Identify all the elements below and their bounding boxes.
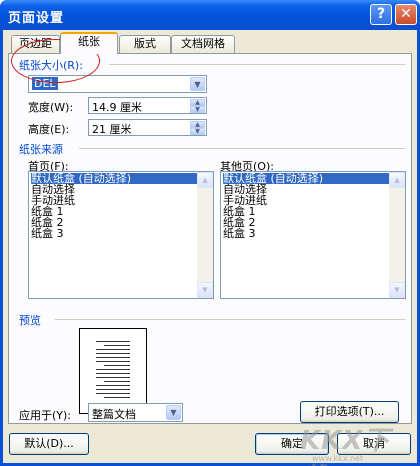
paper-source-label: 纸张来源	[19, 143, 63, 156]
apply-to-value: 整篇文档	[92, 408, 136, 421]
watermark-url: www.kkx.net	[312, 454, 364, 463]
list-item[interactable]: 纸盒 3	[31, 228, 64, 239]
preview-text-line	[96, 393, 130, 394]
list-item[interactable]: 纸盒 3	[223, 228, 256, 239]
help-button[interactable]: ?	[370, 4, 392, 25]
preview-text-line	[104, 365, 130, 366]
preview-label: 预览	[19, 314, 41, 327]
height-input[interactable]: 21 厘米 ▲ ▼	[88, 119, 207, 136]
tab-paper[interactable]: 纸张	[60, 32, 118, 54]
close-icon: ✕	[400, 6, 412, 22]
tab-panel-paper: 纸张大小(R): DEL ▼ 宽度(W): 14.9 厘米 ▲ ▼ 高度(E):…	[8, 53, 412, 424]
preview-text-line	[96, 357, 130, 358]
close-button[interactable]: ✕	[395, 4, 417, 25]
preview-text-line	[96, 341, 130, 342]
preview-text-line	[96, 361, 130, 362]
preview-text-line	[96, 385, 130, 386]
spin-up-icon[interactable]: ▲	[190, 121, 205, 128]
scroll-up-icon[interactable]: ▲	[197, 172, 213, 188]
dialog-client: 页边距 纸张 版式 文档网格 纸张大小(R): DEL ▼ 宽度(W): 14.…	[3, 30, 417, 463]
default-button[interactable]: 默认(D)...	[9, 433, 89, 455]
preview-text-line	[96, 389, 130, 390]
preview-text-line	[96, 377, 130, 378]
tab-layout[interactable]: 版式	[119, 35, 171, 53]
first-page-list[interactable]: 默认纸盒 (自动选择) 自动选择 手动进纸 纸盒 1 纸盒 2 纸盒 3 ▲ ▼	[28, 171, 214, 299]
width-value: 14.9 厘米	[92, 101, 142, 114]
scroll-down-icon[interactable]: ▼	[389, 282, 405, 298]
preview-text-line	[96, 353, 130, 354]
preview-text-line	[96, 369, 130, 370]
preview-text-line	[96, 373, 130, 374]
preview-text-line	[104, 397, 130, 398]
chevron-down-icon[interactable]: ▼	[166, 405, 181, 420]
tab-document-grid[interactable]: 文档网格	[171, 35, 235, 53]
paper-size-divider	[109, 64, 405, 65]
spin-down-icon[interactable]: ▼	[190, 106, 205, 113]
width-label: 宽度(W):	[28, 101, 74, 114]
dialog-window: 页面设置 ? ✕ 页边距 纸张 版式 文档网格 纸张大小(R): DEL ▼ 宽…	[0, 0, 420, 466]
height-label: 高度(E):	[28, 123, 70, 136]
height-value: 21 厘米	[92, 123, 132, 136]
spin-up-icon[interactable]: ▲	[190, 99, 205, 106]
chevron-down-icon[interactable]: ▼	[190, 77, 205, 91]
preview-text-line	[104, 381, 130, 382]
title-bar[interactable]: 页面设置 ? ✕	[0, 0, 420, 30]
dialog-title: 页面设置	[8, 11, 65, 26]
apply-to-label: 应用于(Y):	[19, 409, 72, 422]
paper-source-divider	[79, 148, 405, 149]
preview-text-line	[96, 349, 130, 350]
scrollbar[interactable]: ▲ ▼	[389, 172, 405, 298]
width-input[interactable]: 14.9 厘米 ▲ ▼	[88, 97, 207, 114]
page-preview	[79, 328, 147, 414]
preview-text-line	[104, 345, 130, 346]
scroll-down-icon[interactable]: ▼	[197, 282, 213, 298]
spin-down-icon[interactable]: ▼	[190, 128, 205, 135]
preview-divider	[55, 319, 405, 320]
scrollbar[interactable]: ▲ ▼	[197, 172, 213, 298]
help-icon: ?	[376, 6, 386, 22]
scroll-up-icon[interactable]: ▲	[389, 172, 405, 188]
apply-to-select[interactable]: 整篇文档 ▼	[88, 403, 183, 422]
other-pages-list[interactable]: 默认纸盒 (自动选择) 自动选择 手动进纸 纸盒 1 纸盒 2 纸盒 3 ▲ ▼	[220, 171, 406, 299]
